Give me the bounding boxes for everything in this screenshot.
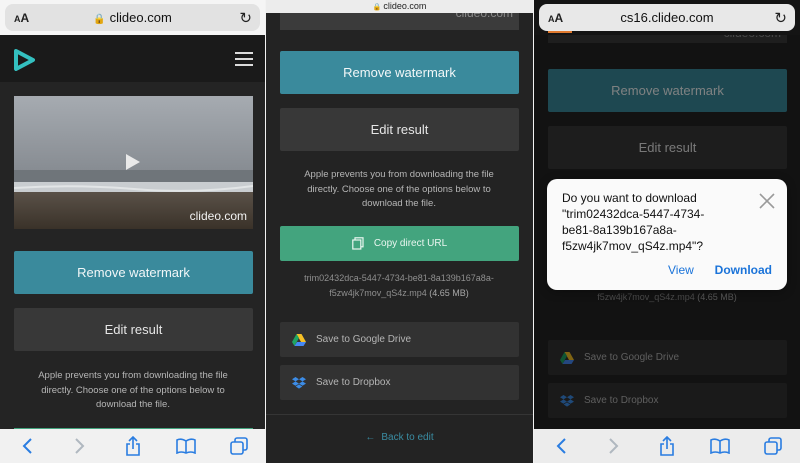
video-preview[interactable]: clideo.com [14,96,253,229]
footer-divider [266,414,533,415]
note-line: download the file. [362,198,436,209]
safari-toolbar [0,429,265,463]
view-button[interactable]: View [668,263,694,277]
clideo-logo-icon[interactable] [13,49,35,71]
reload-icon[interactable]: ↻ [239,9,252,27]
address-bar: AA cs16.clideo.com ↻ [534,0,800,35]
edit-result-button[interactable]: Edit result [280,108,519,151]
phone-screen-3: AA cs16.clideo.com ↻ clideo.com Remove w… [534,0,800,463]
url-label: clideo.com [109,10,172,25]
google-drive-button[interactable]: Save to Google Drive [280,322,519,357]
file-info: trim02432dca-5447-4734-be81-8a139b167a8a… [274,271,524,300]
bookmarks-icon[interactable] [706,432,734,460]
note-line: directly. Choose one of the options belo… [307,183,491,195]
forward-icon[interactable] [600,432,628,460]
dialog-line: f5zw4jk7mov_qS4z.mp4"? [562,239,703,253]
note-line: directly. Choose one of the options belo… [41,384,225,396]
apple-note: Apple prevents you from downloading the … [274,168,524,212]
dialog-line: be81-8a139b167a8a- [562,223,677,237]
share-icon[interactable] [653,432,681,460]
file-name-line: f5zw4jk7mov_qS4z.mp4 [329,287,427,298]
back-to-edit-label: Back to edit [381,432,434,443]
download-dialog: Do you want to download "trim02432dca-54… [547,179,787,290]
dropbox-label: Save to Dropbox [316,377,391,388]
copy-url-label: Copy direct URL [373,238,448,249]
site-header [0,35,265,82]
safari-toolbar [534,429,800,463]
lock-icon: 🔒 [372,4,382,11]
note-line: download the file. [96,399,170,410]
url-field[interactable]: AA cs16.clideo.com ↻ [539,4,795,31]
google-drive-label: Save to Google Drive [316,334,412,345]
address-bar: AA 🔒 clideo.com ↻ [0,0,265,35]
url-label: clideo.com [383,1,427,11]
remove-watermark-button[interactable]: Remove watermark [280,51,519,94]
apple-note: Apple prevents you from downloading the … [8,369,258,413]
play-icon[interactable] [126,154,140,170]
copy-icon [352,237,364,250]
dialog-line: Do you want to download [562,191,697,205]
dropbox-icon [292,376,306,389]
back-icon[interactable] [13,432,41,460]
video-watermark: clideo.com [189,209,247,223]
file-name-line: trim02432dca-5447-4734-be81-8a139b167a8a… [304,273,494,283]
video-preview-partial[interactable]: clideo.com [280,13,519,30]
dialog-message: Do you want to download "trim02432dca-54… [562,190,752,254]
url-text: 🔒 clideo.com [266,0,533,14]
copy-url-button[interactable]: Copy direct URL [280,226,519,261]
phone-screen-1: AA 🔒 clideo.com ↻ clideo.com Remove wate… [0,0,265,463]
back-to-edit-link[interactable]: ← Back to edit [266,432,533,443]
url-text: 🔒 clideo.com [5,10,260,25]
url-field[interactable]: AA 🔒 clideo.com ↻ [5,4,260,31]
note-line: Apple prevents you from downloading the … [38,370,228,381]
dialog-line: "trim02432dca-5447-4734- [562,207,705,221]
loading-progress [548,31,572,33]
video-watermark: clideo.com [455,13,513,20]
tabs-icon[interactable] [759,432,787,460]
bookmarks-icon[interactable] [172,432,200,460]
address-bar-compact[interactable]: 🔒 clideo.com [266,0,533,13]
arrow-left-icon: ← [365,432,376,443]
edit-result-button[interactable]: Edit result [14,308,253,351]
reload-icon[interactable]: ↻ [774,9,787,27]
download-button[interactable]: Download [715,263,772,277]
lock-icon: 🔒 [93,14,106,25]
hamburger-menu-icon[interactable] [235,52,253,66]
back-icon[interactable] [547,432,575,460]
dropbox-button[interactable]: Save to Dropbox [280,365,519,400]
share-icon[interactable] [119,432,147,460]
forward-icon[interactable] [66,432,94,460]
google-drive-icon [292,333,306,346]
note-line: Apple prevents you from downloading the … [304,169,494,180]
tabs-icon[interactable] [225,432,253,460]
phone-screen-2: 🔒 clideo.com clideo.com Remove watermark … [266,0,533,463]
close-icon[interactable] [757,191,777,211]
remove-watermark-button[interactable]: Remove watermark [14,251,253,294]
file-size: (4.65 MB) [429,287,469,298]
url-text: cs16.clideo.com [620,10,714,25]
